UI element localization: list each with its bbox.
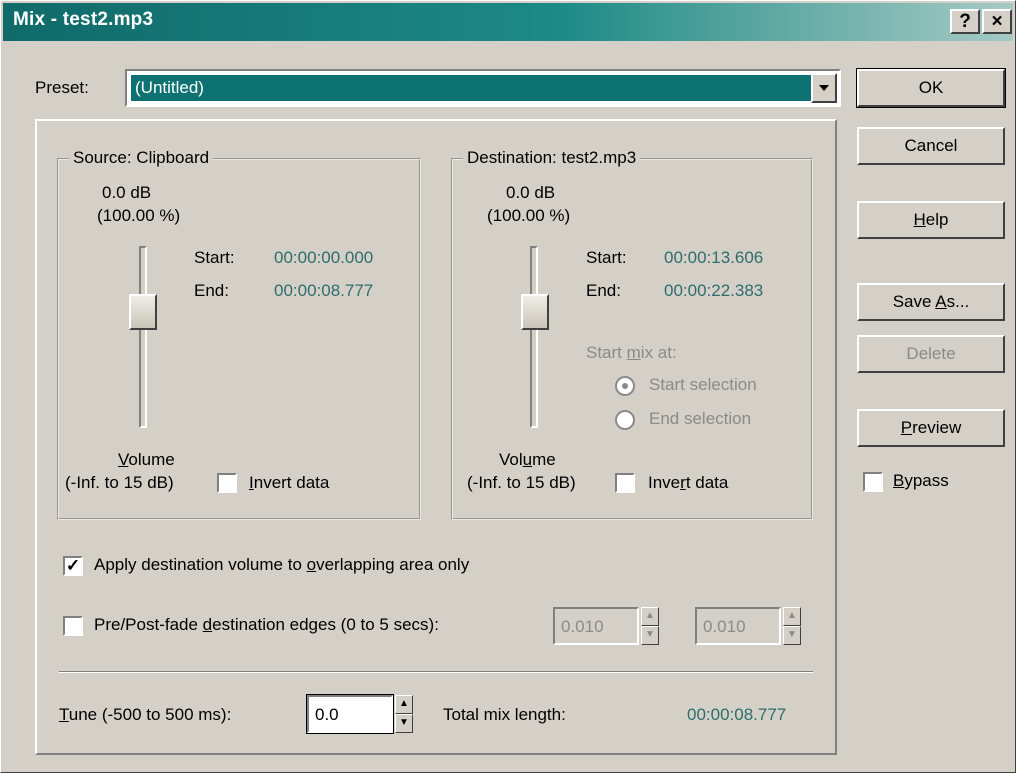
- bypass-label: Bypass: [893, 471, 949, 490]
- window-title: Mix - test2.mp3: [13, 9, 154, 30]
- fade-out-spinner[interactable]: ▲ ▼: [783, 607, 801, 645]
- destination-volume-track[interactable]: [530, 246, 538, 428]
- destination-volume-range: (-Inf. to 15 dB): [467, 473, 576, 492]
- cancel-button[interactable]: Cancel: [857, 127, 1005, 165]
- close-button[interactable]: ×: [982, 9, 1012, 34]
- prepost-fade-label: Pre/Post-fade destination edges (0 to 5 …: [94, 615, 439, 634]
- source-end-value: 00:00:08.777: [274, 281, 374, 300]
- preset-value: (Untitled): [130, 74, 812, 102]
- source-volume-track[interactable]: [139, 246, 147, 428]
- preview-button[interactable]: Preview: [857, 409, 1005, 447]
- delete-button[interactable]: Delete: [857, 335, 1005, 373]
- ok-button[interactable]: OK: [856, 68, 1006, 108]
- destination-invert-label: Invert data: [648, 473, 729, 492]
- destination-percent: (100.00 %): [487, 206, 571, 225]
- tune-input[interactable]: 0.0: [306, 694, 394, 734]
- chevron-down-icon[interactable]: [811, 73, 837, 103]
- tune-spinner[interactable]: ▲ ▼: [395, 695, 413, 733]
- source-start-label: Start:: [194, 248, 235, 267]
- destination-title: Destination: test2.mp3: [463, 148, 641, 168]
- source-invert-checkbox[interactable]: [217, 473, 237, 493]
- destination-start-label: Start:: [586, 248, 627, 267]
- prepost-fade-checkbox[interactable]: [63, 616, 83, 636]
- source-volume-range: (-Inf. to 15 dB): [65, 473, 174, 492]
- end-selection-label: End selection: [649, 409, 752, 428]
- bypass-checkbox[interactable]: [863, 472, 883, 492]
- apply-overlap-label: Apply destination volume to overlapping …: [94, 555, 470, 574]
- help-button[interactable]: Help: [857, 201, 1005, 239]
- source-invert-label: Invert data: [249, 473, 330, 492]
- start-mix-at-label: Start mix at:: [586, 343, 677, 362]
- destination-volume-slider[interactable]: [521, 294, 549, 330]
- destination-end-label: End:: [586, 281, 621, 300]
- total-mix-length-value: 00:00:08.777: [687, 705, 787, 724]
- destination-invert-checkbox[interactable]: [615, 473, 635, 493]
- start-selection-radio[interactable]: [615, 376, 635, 396]
- divider: [59, 671, 813, 673]
- end-selection-radio[interactable]: [615, 410, 635, 430]
- preset-dropdown[interactable]: (Untitled): [125, 69, 841, 107]
- total-mix-length-label: Total mix length:: [443, 705, 566, 724]
- fade-in-spinner[interactable]: ▲ ▼: [641, 607, 659, 645]
- fade-in-field[interactable]: 0.010: [553, 607, 639, 645]
- title-bar: Mix - test2.mp3 ? ×: [3, 3, 1013, 41]
- destination-volume-label: Volume: [499, 450, 556, 469]
- save-as-button[interactable]: Save As...: [857, 283, 1005, 321]
- preset-label: Preset:: [35, 78, 89, 97]
- source-volume-slider[interactable]: [129, 294, 157, 330]
- source-db: 0.0 dB: [102, 183, 152, 202]
- source-percent: (100.00 %): [97, 206, 181, 225]
- mix-dialog: Mix - test2.mp3 ? × Preset: (Untitled) O…: [0, 0, 1016, 773]
- fade-out-field[interactable]: 0.010: [695, 607, 781, 645]
- source-volume-label: Volume: [118, 450, 175, 469]
- source-start-value: 00:00:00.000: [274, 248, 374, 267]
- destination-start-value: 00:00:13.606: [664, 248, 764, 267]
- apply-overlap-checkbox[interactable]: ✓: [63, 556, 83, 576]
- help-title-button[interactable]: ?: [950, 9, 980, 34]
- destination-db: 0.0 dB: [506, 183, 556, 202]
- source-title: Source: Clipboard: [69, 148, 214, 168]
- destination-end-value: 00:00:22.383: [664, 281, 764, 300]
- source-end-label: End:: [194, 281, 229, 300]
- start-selection-label: Start selection: [649, 375, 757, 394]
- tune-label: Tune (-500 to 500 ms):: [59, 705, 232, 724]
